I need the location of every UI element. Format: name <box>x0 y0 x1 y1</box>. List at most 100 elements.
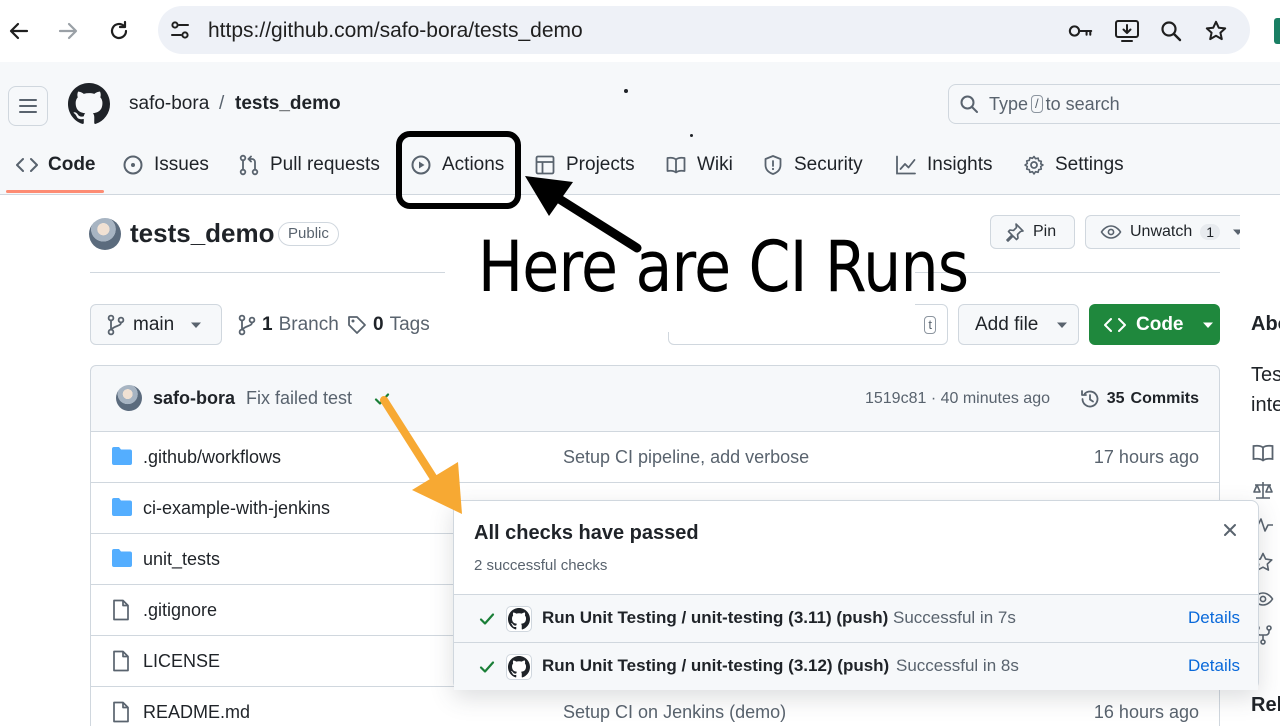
go-to-file-shortcut-key: t <box>924 316 936 334</box>
graph-icon <box>895 154 917 176</box>
reload-icon[interactable] <box>102 14 136 48</box>
url-text[interactable]: https://github.com/safo-bora/tests_demo <box>208 19 583 43</box>
forward-arrow-icon[interactable] <box>51 14 85 48</box>
check-icon <box>478 658 496 676</box>
branch-icon <box>238 314 256 336</box>
watch-count: 1 <box>1200 224 1221 240</box>
tab-settings[interactable]: Settings <box>1023 148 1124 182</box>
chevron-down-icon <box>1056 321 1068 329</box>
table-row[interactable]: README.md Setup CI on Jenkins (demo) 16 … <box>91 686 1219 726</box>
tab-wiki[interactable]: Wiki <box>665 148 733 182</box>
commits-history-link[interactable]: 35 Commits <box>1079 388 1199 410</box>
zoom-icon[interactable] <box>1158 18 1184 44</box>
unwatch-button[interactable]: Unwatch 1 <box>1085 215 1255 249</box>
close-icon[interactable] <box>1222 522 1238 538</box>
key-icon[interactable] <box>1068 18 1094 44</box>
file-date: 16 hours ago <box>1093 702 1199 722</box>
shield-icon <box>762 154 784 176</box>
gear-icon <box>1023 154 1045 176</box>
breadcrumb-separator: / <box>219 93 225 114</box>
search-shortcut-key: / <box>1031 95 1043 113</box>
file-name[interactable]: ci-example-with-jenkins <box>143 498 330 519</box>
extension-edge <box>1274 18 1280 44</box>
file-commit-message[interactable]: Setup CI pipeline, add verbose <box>563 447 809 468</box>
about-description: inte <box>1251 394 1280 416</box>
breadcrumb-owner[interactable]: safo-bora <box>129 93 209 115</box>
install-app-icon[interactable] <box>1114 18 1140 44</box>
active-tab-indicator <box>6 190 104 193</box>
file-icon <box>111 701 131 723</box>
branches-link[interactable]: 1 Branch <box>238 314 339 336</box>
github-logo-icon[interactable] <box>68 83 110 125</box>
check-run-name: Run Unit Testing / unit-testing (3.12) (… <box>542 656 890 675</box>
file-name[interactable]: .github/workflows <box>143 447 281 468</box>
tab-issues[interactable]: Issues <box>122 148 209 182</box>
popover-title: All checks have passed <box>474 522 699 544</box>
law-icon <box>1252 481 1274 499</box>
check-run-row[interactable]: Run Unit Testing / unit-testing (3.12) (… <box>454 642 1258 690</box>
breadcrumb-repo[interactable]: tests_demo <box>235 93 341 115</box>
menu-button[interactable] <box>8 86 48 126</box>
chevron-down-icon <box>190 321 202 329</box>
releases-heading: Rel <box>1251 694 1280 716</box>
file-name[interactable]: LICENSE <box>143 651 220 672</box>
bookmark-star-icon[interactable] <box>1203 18 1229 44</box>
tab-security[interactable]: Security <box>762 148 863 182</box>
check-icon <box>478 610 496 628</box>
black-arrow-icon <box>525 176 642 253</box>
owner-avatar[interactable] <box>89 218 121 250</box>
file-date: 17 hours ago <box>1093 447 1199 467</box>
about-heading: Abo <box>1251 313 1280 335</box>
code-icon <box>16 154 38 176</box>
code-dropdown-button[interactable]: Code <box>1089 304 1220 345</box>
table-row[interactable]: .github/workflows Setup CI pipeline, add… <box>91 431 1219 482</box>
commit-hash-time[interactable]: 1519c81 · 40 minutes ago <box>865 390 1050 408</box>
checks-popover: All checks have passed 2 successful chec… <box>453 500 1259 690</box>
pin-icon <box>1006 223 1024 242</box>
search-input[interactable]: Type / to search <box>948 84 1280 124</box>
popover-subtitle: 2 successful checks <box>474 557 608 574</box>
actions-highlight-box <box>396 131 521 209</box>
tab-insights[interactable]: Insights <box>895 148 992 182</box>
back-arrow-icon[interactable] <box>2 14 36 48</box>
file-name[interactable]: .gitignore <box>143 600 217 621</box>
visibility-badge: Public <box>278 222 339 246</box>
search-placeholder: Type / to search <box>989 94 1120 114</box>
check-run-status: Successful in 7s <box>893 608 1016 627</box>
search-icon <box>959 94 979 114</box>
book-icon <box>1252 444 1274 462</box>
tab-pull-requests[interactable]: Pull requests <box>238 148 380 182</box>
tab-code[interactable]: Code <box>16 148 96 182</box>
about-description: Tes <box>1251 364 1280 386</box>
folder-icon <box>111 446 133 466</box>
file-commit-message[interactable]: Setup CI on Jenkins (demo) <box>563 702 786 723</box>
author-avatar[interactable] <box>116 385 142 411</box>
commit-author[interactable]: safo-bora <box>153 388 235 409</box>
folder-icon <box>111 548 133 568</box>
hamburger-icon <box>19 99 37 113</box>
details-link[interactable]: Details <box>1188 656 1240 676</box>
issue-circle-icon <box>122 154 144 176</box>
github-actions-app-icon <box>506 606 532 632</box>
branch-select[interactable]: main <box>90 304 222 345</box>
site-settings-icon[interactable] <box>168 18 192 42</box>
file-name[interactable]: README.md <box>143 702 250 723</box>
tags-link[interactable]: 0 Tags <box>347 314 430 336</box>
check-run-row[interactable]: Run Unit Testing / unit-testing (3.11) (… <box>454 594 1258 642</box>
orange-arrow-icon <box>380 396 462 514</box>
check-run-name: Run Unit Testing / unit-testing (3.11) (… <box>542 608 889 627</box>
commit-message[interactable]: Fix failed test <box>246 388 352 409</box>
folder-icon <box>111 497 133 517</box>
eye-icon <box>1100 225 1122 239</box>
tag-icon <box>348 316 366 334</box>
github-actions-app-icon <box>506 654 532 680</box>
check-run-status: Successful in 8s <box>896 656 1019 675</box>
add-file-button[interactable]: Add file <box>958 304 1079 345</box>
details-link[interactable]: Details <box>1188 608 1240 628</box>
file-name[interactable]: unit_tests <box>143 549 220 570</box>
code-icon <box>1104 317 1126 332</box>
file-icon <box>111 599 131 621</box>
address-bar[interactable]: https://github.com/safo-bora/tests_demo <box>158 6 1250 54</box>
pin-button[interactable]: Pin <box>990 215 1075 249</box>
history-icon <box>1080 390 1099 408</box>
